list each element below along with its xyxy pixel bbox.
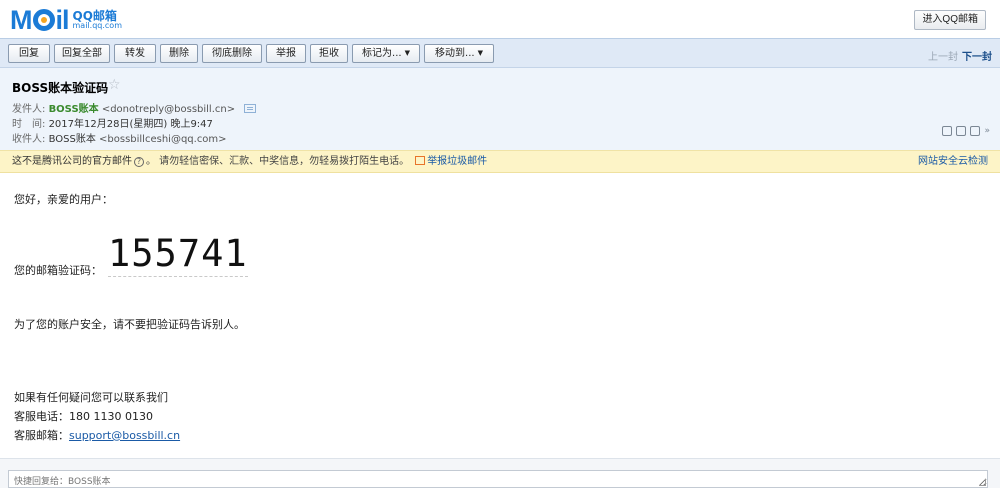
star-icon[interactable]: ☆: [108, 77, 121, 93]
sender-row: 发件人: BOSS账本 <donotreply@bossbill.cn>: [12, 100, 257, 115]
mail-subject: BOSS账本验证码: [12, 81, 109, 95]
recipient-name[interactable]: BOSS账本: [49, 134, 96, 145]
contact-intro: 如果有任何疑问您可以联系我们: [14, 391, 168, 404]
site-safety-check-link[interactable]: 网站安全云检测: [918, 151, 988, 172]
phone-number: 180 1130 0130: [69, 410, 153, 423]
move-to-dropdown[interactable]: 移动到... ▼: [424, 44, 494, 63]
phone-label: 客服电话：: [14, 410, 69, 423]
comment-icon[interactable]: [942, 126, 953, 136]
mark-as-dropdown[interactable]: 标记为... ▼: [352, 44, 420, 63]
resize-handle-icon[interactable]: [979, 479, 986, 486]
security-note: 为了您的账户安全，请不要把验证码告诉别人。: [14, 318, 245, 331]
contact-card-icon[interactable]: [244, 104, 257, 113]
email-label: 客服邮箱：: [14, 429, 69, 442]
more-chevron-icon[interactable]: »: [984, 126, 990, 136]
mail-body: 您好，亲爱的用户： 您的邮箱验证码： 155741 为了您的账户安全，请不要把验…: [0, 173, 1000, 458]
reply-all-button[interactable]: 回复全部: [54, 44, 110, 63]
quick-reply-area: [0, 458, 1000, 488]
security-warning-bar: 这不是腾讯公司的官方邮件?。 请勿轻信密保、汇款、中奖信息，勿轻易拨打陌生电话。…: [0, 150, 1000, 173]
logo-letters-il: il: [55, 4, 70, 35]
time-value: 2017年12月28日(星期四) 晚上9:47: [48, 119, 213, 130]
to-label: 收件人:: [12, 134, 46, 145]
reject-button[interactable]: 拒收: [310, 44, 348, 63]
greeting: 您好，亲爱的用户：: [14, 193, 113, 206]
logo-wordmark: M il: [10, 4, 70, 35]
email-row: 客服邮箱：support@bossbill.cn: [14, 427, 180, 443]
mail-toolbar: 回复 回复全部 转发 删除 彻底删除 举报 拒收 标记为... ▼ 移动到... ▼…: [0, 38, 1000, 68]
support-email-link[interactable]: support@bossbill.cn: [69, 429, 180, 442]
move-to-label: 移动到...: [435, 48, 475, 59]
logo-subtitle-domain: mail.qq.com: [72, 21, 122, 31]
report-button[interactable]: 举报: [266, 44, 306, 63]
caret-down-icon: ▼: [404, 49, 410, 57]
verification-code: 155741: [108, 232, 248, 277]
help-question-icon[interactable]: ?: [134, 157, 144, 167]
previous-mail-link[interactable]: 上一封: [928, 48, 958, 63]
logo-subtitle: QQ邮箱 mail.qq.com: [72, 9, 122, 31]
delete-permanently-button[interactable]: 彻底删除: [202, 44, 262, 63]
sender-address: <donotreply@bossbill.cn>: [101, 104, 236, 115]
mark-as-label: 标记为...: [362, 48, 402, 59]
warning-text: 这不是腾讯公司的官方邮件?。 请勿轻信密保、汇款、中奖信息，勿轻易拨打陌生电话。…: [12, 151, 487, 172]
delete-button[interactable]: 删除: [160, 44, 198, 63]
sender-name[interactable]: BOSS账本: [49, 104, 99, 115]
forward-button[interactable]: 转发: [114, 44, 156, 63]
not-official-text: 这不是腾讯公司的官方邮件: [12, 156, 132, 167]
logo-o-icon: [32, 9, 55, 31]
top-bar: M il QQ邮箱 mail.qq.com 进入QQ邮箱: [0, 0, 1000, 38]
caret-down-icon: ▼: [477, 49, 483, 57]
from-label: 发件人:: [12, 104, 46, 115]
print-icon[interactable]: [970, 126, 981, 136]
report-spam-icon: [415, 156, 426, 165]
quick-reply-input[interactable]: [8, 470, 988, 488]
calendar-icon[interactable]: [956, 126, 967, 136]
time-row: 时 间: 2017年12月28日(星期四) 晚上9:47: [12, 115, 213, 130]
enter-qq-mail-button[interactable]: 进入QQ邮箱: [914, 10, 986, 30]
qq-mail-logo[interactable]: M il QQ邮箱 mail.qq.com: [10, 6, 122, 34]
mail-header: BOSS账本验证码 ☆ 发件人: BOSS账本 <donotreply@boss…: [0, 68, 1000, 150]
logo-letter-m: M: [10, 4, 32, 35]
phone-row: 客服电话：180 1130 0130: [14, 408, 153, 424]
recipient-address: <bossbillceshi@qq.com>: [99, 134, 227, 145]
next-mail-link[interactable]: 下一封: [962, 48, 992, 63]
report-spam-link[interactable]: 举报垃圾邮件: [427, 156, 487, 167]
caution-text: 。 请勿轻信密保、汇款、中奖信息，勿轻易拨打陌生电话。: [146, 156, 410, 167]
time-label: 时 间:: [12, 119, 46, 130]
header-actions: »: [942, 126, 990, 136]
verification-code-label: 您的邮箱验证码：: [14, 264, 102, 277]
recipient-row: 收件人: BOSS账本 <bossbillceshi@qq.com>: [12, 130, 227, 145]
reply-button[interactable]: 回复: [8, 44, 50, 63]
